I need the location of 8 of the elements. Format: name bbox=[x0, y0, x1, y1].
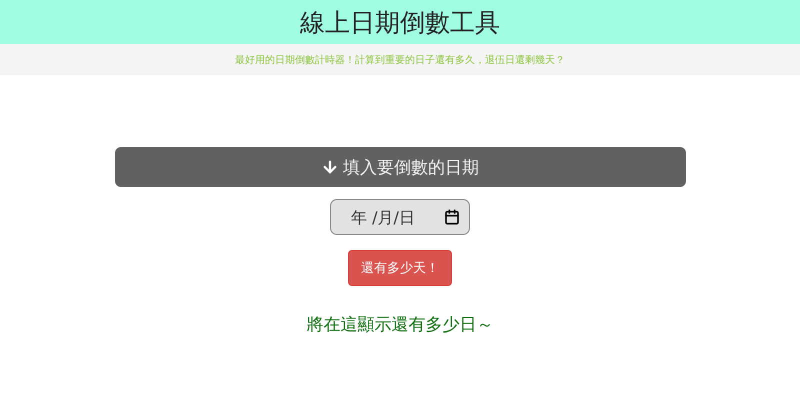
calculate-button[interactable]: 還有多少天！ bbox=[348, 250, 452, 286]
section-heading: 填入要倒數的日期 bbox=[343, 156, 479, 178]
date-field[interactable]: 年 /月/日 bbox=[330, 199, 470, 235]
calendar-icon[interactable] bbox=[444, 209, 460, 225]
subtitle-text: 最好用的日期倒數計時器！計算到重要的日子還有多久，退伍日還剩幾天？ bbox=[235, 54, 565, 66]
arrow-down-icon bbox=[321, 158, 339, 176]
page-title: 線上日期倒數工具 bbox=[300, 6, 500, 38]
result-text: 將在這顯示還有多少日～ bbox=[306, 314, 494, 336]
